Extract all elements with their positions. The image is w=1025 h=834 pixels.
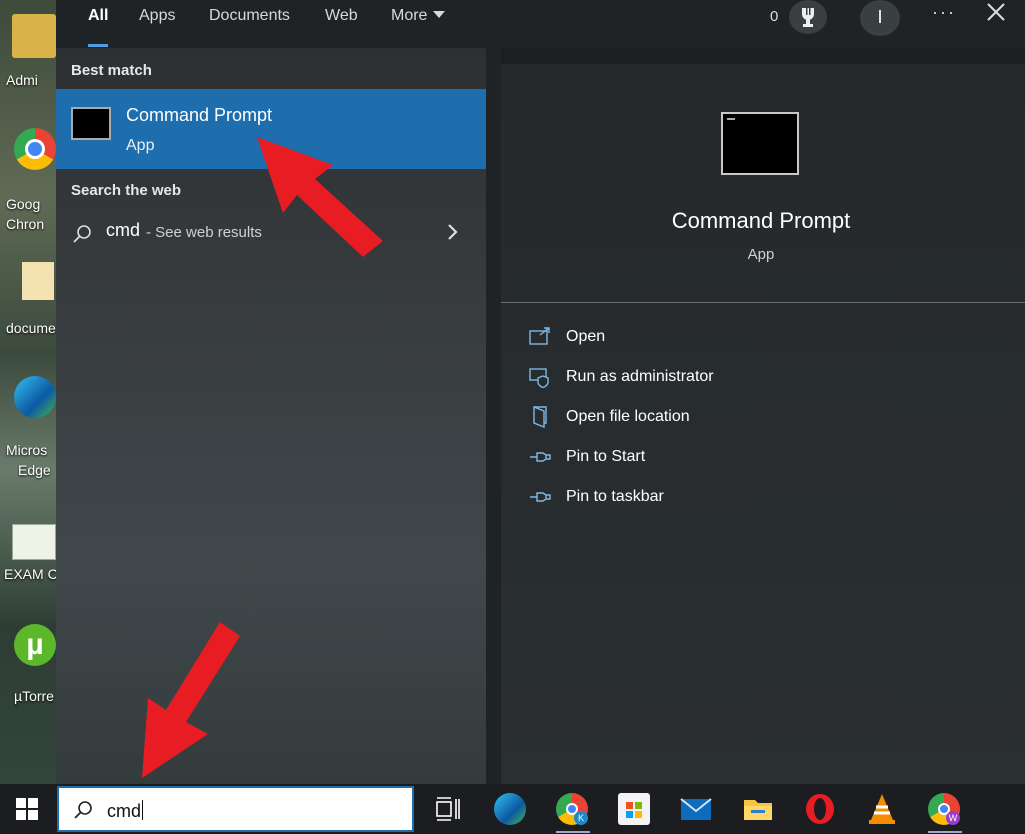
best-match-type: App: [126, 137, 155, 154]
search-icon: [73, 225, 91, 243]
tab-all[interactable]: All: [72, 0, 124, 48]
desktop-icon-label: Chron: [6, 216, 45, 232]
chevron-down-icon: [433, 11, 446, 18]
edge-taskbar-icon[interactable]: [494, 793, 526, 825]
search-icon: [74, 801, 92, 819]
desktop-icon-utorrent[interactable]: µ µTorre: [0, 624, 56, 714]
details-title: Command Prompt: [671, 208, 851, 233]
tab-more[interactable]: More: [375, 0, 461, 48]
vlc-icon[interactable]: [866, 793, 898, 825]
tab-more-label: More: [391, 7, 428, 24]
details-card: Command Prompt App Open Run as administr…: [501, 64, 1025, 784]
action-pin-to-start[interactable]: Pin to Start: [529, 444, 929, 474]
chrome-icon: [14, 128, 56, 170]
desktop: Admi Goog Chron docume Micros Edge EXAM …: [0, 0, 56, 784]
web-query-text: cmd: [106, 220, 141, 240]
desktop-icon-exam[interactable]: EXAM C: [0, 520, 56, 610]
search-web-heading: Search the web: [71, 182, 182, 199]
taskbar: cmd K W: [0, 784, 1025, 834]
close-icon[interactable]: [986, 2, 1006, 26]
opera-icon[interactable]: [804, 793, 836, 825]
command-prompt-large-icon: [721, 112, 799, 175]
desktop-icon-label: Edge: [18, 462, 51, 478]
action-pin-to-taskbar[interactable]: Pin to taskbar: [529, 484, 929, 514]
desktop-icon-label: docume: [6, 320, 56, 336]
search-input[interactable]: cmd: [107, 800, 144, 822]
rewards-trophy-icon[interactable]: [789, 0, 827, 34]
pin-icon: [530, 492, 551, 502]
tab-web[interactable]: Web: [309, 0, 374, 48]
details-type: App: [747, 246, 775, 263]
reward-points: 0: [770, 8, 779, 25]
folder-icon: [22, 262, 54, 300]
chevron-right-icon[interactable]: [446, 222, 460, 242]
desktop-icon-label: Goog: [6, 196, 41, 212]
desktop-icon-label: EXAM C: [4, 566, 56, 582]
edge-icon: [14, 376, 56, 418]
desktop-icon-google-chrome[interactable]: Goog Chron: [0, 128, 56, 232]
desktop-icon-edge[interactable]: Micros Edge: [0, 376, 56, 478]
document-thumbnail-icon: [12, 524, 56, 560]
desktop-icon-label: Micros: [6, 442, 48, 458]
action-label: Pin to taskbar: [566, 488, 664, 505]
annotation-arrow-best-match: [257, 137, 383, 257]
utorrent-icon: µ: [14, 624, 56, 666]
best-match-heading: Best match: [71, 62, 152, 79]
windows-start-icon[interactable]: [16, 798, 38, 820]
action-run-as-administrator[interactable]: Run as administrator: [529, 364, 929, 394]
file-explorer-icon[interactable]: [742, 793, 774, 825]
desktop-icon-documents[interactable]: docume: [0, 256, 56, 346]
best-match-title: Command Prompt: [126, 105, 273, 125]
action-label: Open file location: [566, 408, 690, 425]
file-location-icon: [533, 406, 547, 428]
store-icon[interactable]: [618, 793, 650, 825]
folder-user-icon: [12, 14, 56, 58]
annotation-arrow-search-box: [142, 622, 240, 778]
text-cursor: [142, 800, 144, 820]
taskbar-search-box[interactable]: cmd: [57, 786, 414, 832]
divider: [501, 302, 1025, 303]
action-label: Open: [566, 328, 606, 345]
details-pane: Command Prompt App Open Run as administr…: [501, 48, 1025, 784]
tab-apps[interactable]: Apps: [123, 0, 191, 48]
search-input-value: cmd: [107, 801, 142, 821]
desktop-icon-admin[interactable]: Admi: [0, 10, 56, 100]
tab-documents[interactable]: Documents: [193, 0, 306, 48]
open-icon: [529, 327, 550, 345]
task-view-icon[interactable]: [432, 793, 464, 825]
action-open[interactable]: Open: [529, 324, 929, 354]
desktop-icon-label: µTorre: [14, 688, 54, 704]
web-results-hint: - See web results: [146, 224, 262, 241]
chrome-profile-taskbar-icon[interactable]: W: [928, 793, 962, 833]
shield-icon: [529, 368, 549, 388]
command-prompt-icon: [71, 107, 111, 140]
chrome-taskbar-icon[interactable]: K: [556, 793, 590, 833]
desktop-icon-label: Admi: [6, 72, 38, 88]
action-label: Pin to Start: [566, 448, 646, 465]
mail-icon[interactable]: [680, 793, 712, 825]
action-label: Run as administrator: [566, 368, 714, 385]
more-options-icon[interactable]: ···: [932, 2, 956, 23]
account-avatar[interactable]: I: [860, 0, 900, 36]
action-open-file-location[interactable]: Open file location: [529, 404, 929, 434]
pin-icon: [530, 452, 551, 462]
search-scope-tabs: All Apps Documents Web More 0 I ···: [56, 0, 1025, 48]
